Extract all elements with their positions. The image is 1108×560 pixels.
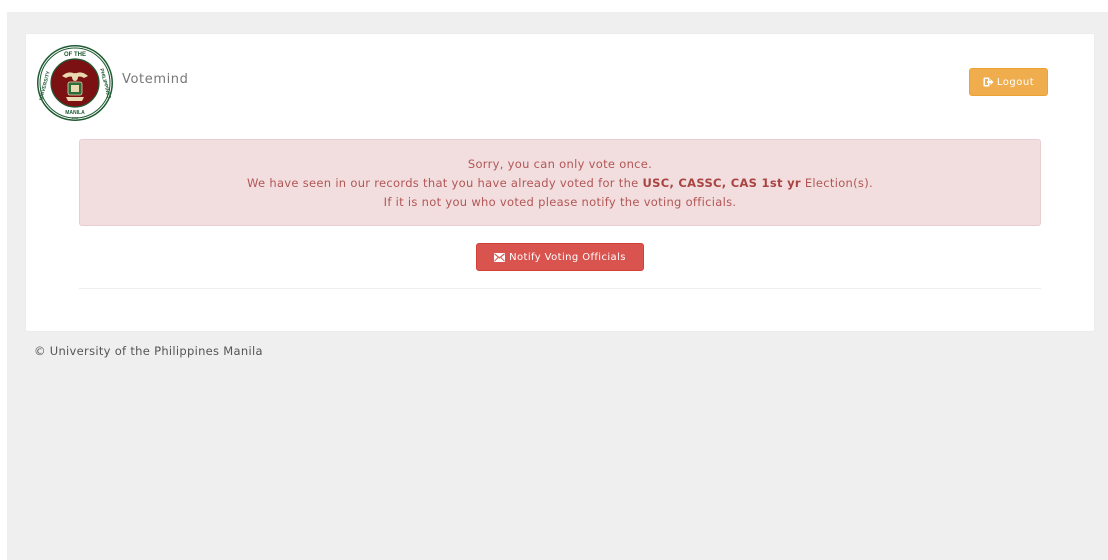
svg-text:1908: 1908 (72, 116, 79, 120)
notify-voting-officials-button[interactable]: Notify Voting Officials (476, 243, 644, 271)
alert-line-1: Sorry, you can only vote once. (467, 157, 653, 171)
logout-button[interactable]: Logout (969, 68, 1048, 96)
alert-line-2-prefix: We have seen in our records that you hav… (247, 176, 643, 190)
alert-line-3: If it is not you who voted please notify… (383, 195, 737, 209)
main-panel: OF THE UNIVERSITY PHILIPPINES MANILA 190… (26, 34, 1094, 331)
vote-once-alert: Sorry, you can only vote once. We have s… (79, 139, 1041, 226)
alert-line-2-suffix: Election(s). (800, 176, 873, 190)
alert-line-2: We have seen in our records that you hav… (80, 174, 1040, 193)
svg-text:OF THE: OF THE (64, 52, 86, 58)
notify-label: Notify Voting Officials (509, 251, 626, 263)
sign-out-icon (983, 77, 994, 87)
section-divider (79, 288, 1041, 289)
envelope-icon (494, 252, 506, 262)
logout-label: Logout (996, 76, 1035, 88)
footer-copyright: © University of the Philippines Manila (34, 344, 263, 358)
voted-elections: USC, CASSC, CAS 1st yr (642, 176, 801, 190)
app-brand-name: Votemind (122, 72, 189, 87)
university-seal-logo: OF THE UNIVERSITY PHILIPPINES MANILA 190… (37, 45, 113, 121)
